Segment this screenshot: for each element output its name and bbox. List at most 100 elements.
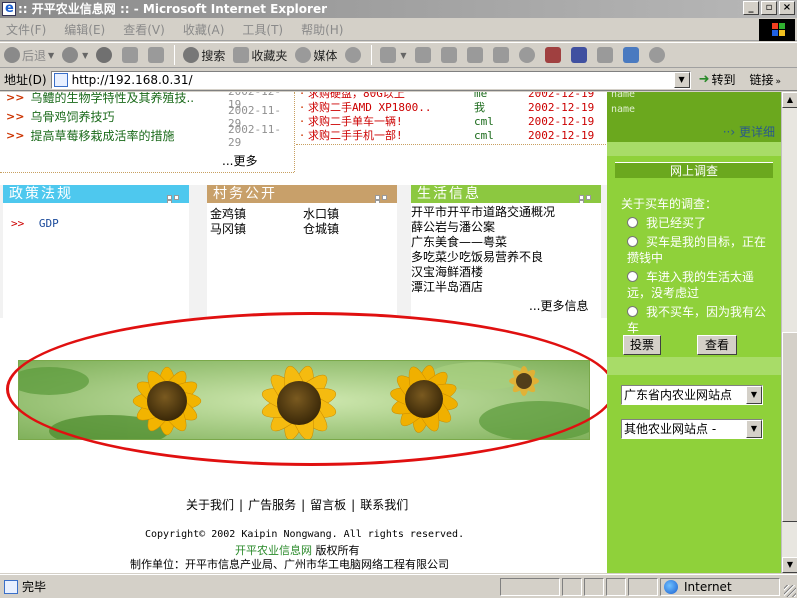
chevron-down-icon[interactable]: ▼ [746, 386, 762, 404]
news-date: 2002-11-29 [228, 122, 281, 149]
back-button[interactable]: 后退 ▼ [4, 47, 54, 64]
town-link[interactable]: 马冈镇 [210, 220, 246, 237]
news-more-link[interactable]: ...更多 [222, 152, 257, 169]
forward-button[interactable]: ▼ [62, 47, 88, 63]
chevron-down-icon[interactable]: ▼ [673, 71, 690, 88]
favorites-label: 收藏夹 [251, 48, 288, 63]
survey-option[interactable]: 我不买车，因为我有公车 [619, 304, 769, 336]
plugin-icon [622, 47, 639, 63]
wanted-list: · 求购硬盘，80G以上 me 2002-12-19 · 求购二手AMD XP1… [296, 92, 606, 145]
footer-link-contact[interactable]: 联系我们 [360, 498, 408, 512]
other-sites-select[interactable]: 其他农业网站点 - ▼ [621, 419, 763, 439]
province-sites-select[interactable]: 广东省内农业网站点 ▼ [621, 385, 763, 405]
plugin-4-button[interactable] [622, 47, 641, 63]
life-more-link[interactable]: ...更多信息 [529, 297, 588, 314]
policy-box-body: >> GDP [3, 203, 189, 318]
refresh-button[interactable] [122, 47, 140, 63]
list-item[interactable]: 开平市开平市道路交通概况 [411, 205, 601, 220]
news-title[interactable]: 提高草莓移栽成活率的措施 [30, 127, 174, 144]
survey-option[interactable]: 买车是我的目标，正在攒钱中 [619, 234, 769, 266]
box-dots-icon [579, 195, 599, 205]
footer-link-about[interactable]: 关于我们 [186, 498, 234, 512]
wanted-user: cml [474, 128, 494, 142]
menu-file[interactable]: 文件(F) [6, 21, 46, 38]
list-item[interactable]: · 求购二手手机一部! cml 2002-12-19 [296, 127, 606, 143]
wanted-title[interactable]: 求购二手手机一部! [308, 127, 403, 143]
menu-tools[interactable]: 工具(T) [242, 21, 283, 38]
list-item[interactable]: · 求购二手AMD XP1800.. 我 2002-12-19 [296, 100, 606, 115]
research-icon [492, 47, 509, 63]
windows-logo-icon [759, 19, 795, 41]
address-input[interactable] [71, 72, 662, 87]
menu-view[interactable]: 查看(V) [123, 21, 165, 38]
plugin-3-button[interactable] [596, 47, 615, 63]
close-button[interactable]: × [779, 1, 795, 15]
home-button[interactable] [148, 47, 166, 63]
bullet-icon: >> [6, 110, 25, 123]
title-bar: :: 开平农业信息网 :: - Microsoft Internet Explo… [0, 0, 797, 18]
menu-help[interactable]: 帮助(H) [301, 21, 343, 38]
news-title[interactable]: 乌骨鸡饲养技巧 [30, 108, 114, 125]
edit-icon [440, 47, 457, 63]
user-button[interactable] [648, 47, 667, 63]
footer-link-guestbook[interactable]: 留言板 [310, 498, 346, 512]
survey-option[interactable]: 车进入我的生活太遥远，没考虑过 [619, 269, 769, 301]
links-button[interactable]: 链接» [750, 71, 782, 88]
list-item[interactable]: 潭江半岛酒店 [411, 280, 601, 295]
wanted-user: cml [474, 114, 494, 128]
list-item[interactable]: 多吃菜少吃饭易营养不良 [411, 250, 601, 265]
discuss-button[interactable] [466, 47, 485, 63]
stop-button[interactable] [96, 47, 114, 63]
history-button[interactable] [345, 47, 363, 63]
list-item[interactable]: 薛公岩与潘公案 [411, 220, 601, 235]
vote-button[interactable]: 投票 [623, 335, 661, 355]
minimize-button[interactable]: _ [743, 1, 759, 15]
policy-item-title[interactable]: GDP [39, 217, 59, 230]
sidebar-more-label: 更详细 [738, 125, 775, 139]
list-item[interactable]: · 求购二手单车一辆! cml 2002-12-19 [296, 114, 606, 129]
menu-edit[interactable]: 编辑(E) [64, 21, 105, 38]
sidebar-more-link[interactable]: ··› 更详细 [723, 123, 775, 140]
radio-button[interactable] [627, 236, 638, 247]
province-sites-value: 广东省内农业网站点 [624, 388, 733, 402]
radio-button[interactable] [627, 271, 638, 282]
list-item[interactable]: 广东美食——粤菜 [411, 235, 601, 250]
town-link[interactable]: 仓城镇 [303, 220, 339, 237]
address-field[interactable]: ▼ [50, 70, 691, 89]
news-title[interactable]: 乌鳢的生物学特性及其养殖技.. [30, 92, 194, 106]
edit-button[interactable] [440, 47, 459, 63]
list-item[interactable]: >> GDP [11, 217, 59, 230]
scroll-thumb[interactable] [782, 332, 797, 522]
maximize-button[interactable]: ▫ [761, 1, 777, 15]
radio-button[interactable] [627, 217, 638, 228]
radio-button[interactable] [627, 306, 638, 317]
plugin-icon [544, 47, 561, 63]
menu-favorites[interactable]: 收藏(A) [183, 21, 225, 38]
list-item[interactable]: >> 提高草莓移栽成活率的措施 2002-11-29 [0, 123, 294, 149]
messenger-button[interactable] [518, 47, 537, 63]
survey-option[interactable]: 我已经买了 [619, 215, 769, 231]
go-button[interactable]: ➜ 转到 [699, 71, 736, 88]
research-button[interactable] [492, 47, 511, 63]
survey-question: 关于买车的调查： [621, 197, 718, 211]
search-button[interactable]: 搜索 [183, 47, 225, 64]
chevron-down-icon[interactable]: ▼ [746, 420, 762, 438]
view-results-button[interactable]: 查看 [697, 335, 737, 355]
plugin-1-button[interactable] [544, 47, 563, 63]
vertical-scrollbar[interactable]: ▲ ▼ [781, 92, 797, 573]
print-button[interactable] [414, 47, 433, 63]
scroll-down-button[interactable]: ▼ [782, 557, 797, 573]
policy-box-header: 政策法规 [3, 185, 189, 205]
maker-line: 制作单位：开平市信息产业局、广州市华工电脑网络工程有限公司 [130, 558, 449, 571]
resize-grip[interactable] [784, 585, 796, 597]
footer-link-ads[interactable]: 广告服务 [248, 498, 296, 512]
mail-button[interactable]: ▼ [380, 47, 407, 63]
list-item[interactable]: 汉宝海鲜酒楼 [411, 265, 601, 280]
box-dots-icon [375, 195, 395, 205]
favorites-button[interactable]: 收藏夹 [233, 47, 287, 64]
media-button[interactable]: 媒体 [295, 47, 337, 64]
scroll-up-button[interactable]: ▲ [782, 92, 797, 108]
survey-form: 关于买车的调查： 我已经买了 买车是我的目标，正在攒钱中 车进入我的生活太遥远，… [619, 196, 769, 336]
plugin-2-button[interactable] [570, 47, 589, 63]
survey-option-label: 买车是我的目标，正在攒钱中 [627, 235, 767, 265]
